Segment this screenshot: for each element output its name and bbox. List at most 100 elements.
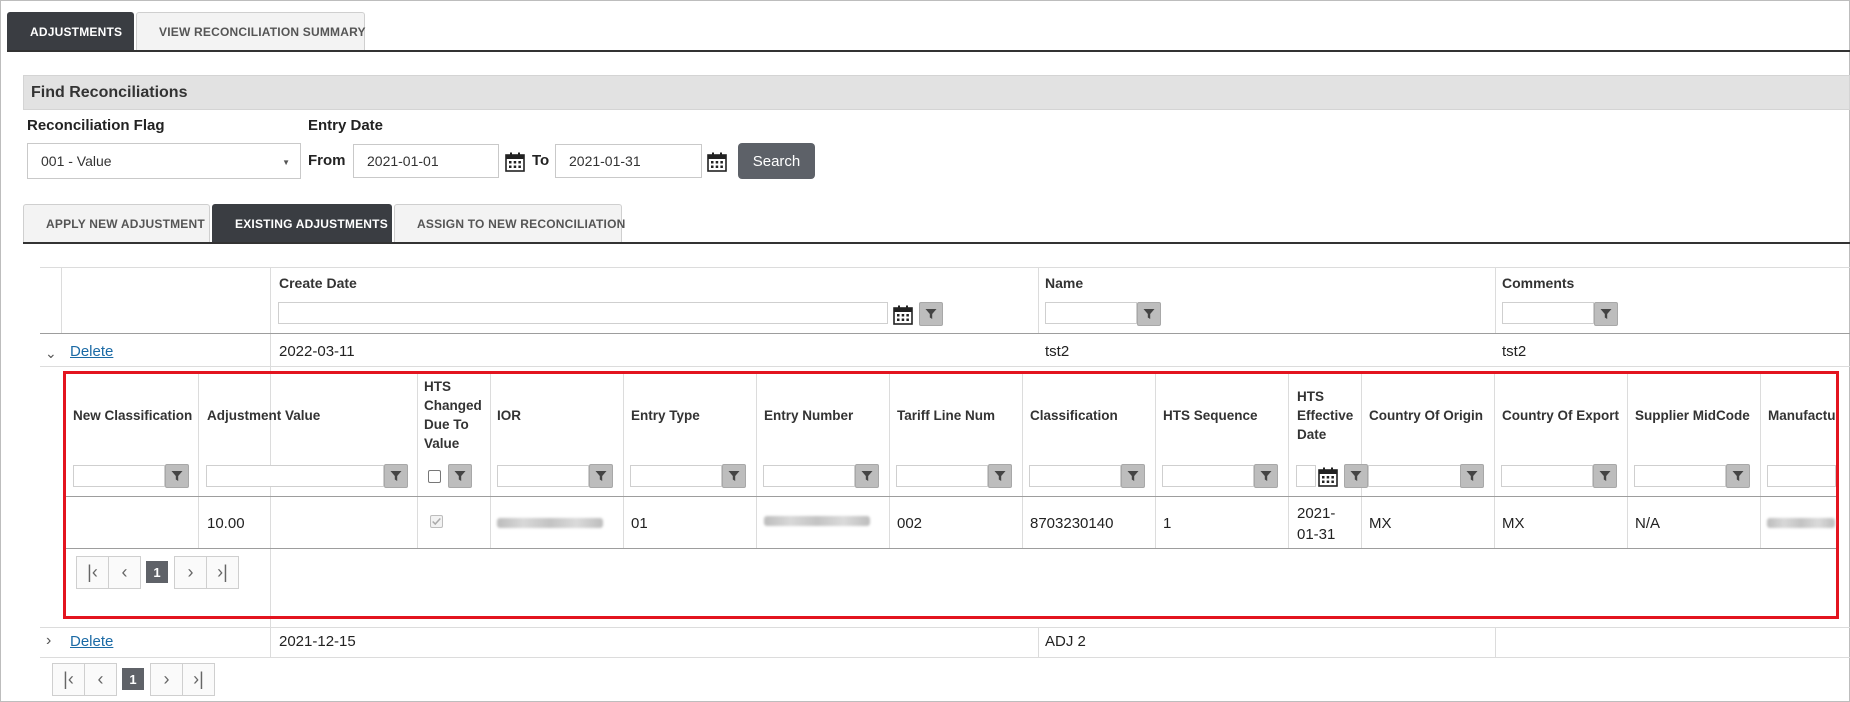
delete-link-text[interactable]: Delete (70, 633, 113, 650)
header-country-of-export[interactable]: Country Of Export (1502, 406, 1619, 425)
tariff-line-num-cell: 002 (897, 515, 923, 532)
next-page-icon[interactable]: › (150, 663, 183, 696)
detail-col-divider (1760, 374, 1761, 548)
name-filter-input[interactable] (1045, 302, 1137, 324)
first-page-icon[interactable]: |‹ (76, 556, 109, 589)
last-page-icon[interactable]: ›| (182, 663, 215, 696)
from-date-input[interactable]: 2021-01-01 (353, 144, 499, 178)
entry-number-filter[interactable] (763, 465, 855, 487)
delete-link[interactable]: Delete (70, 343, 113, 360)
header-adjustment-value[interactable]: Adjustment Value (207, 406, 320, 425)
hts-changed-checkbox (430, 515, 443, 528)
tab-assign-to-new-reconciliation[interactable]: ASSIGN TO NEW RECONCILIATION (394, 204, 625, 243)
manufacturer-filter[interactable] (1767, 465, 1836, 487)
page-number[interactable]: 1 (122, 668, 144, 690)
filter-icon[interactable] (1344, 464, 1368, 488)
filter-icon[interactable] (384, 464, 408, 488)
calendar-icon[interactable] (893, 305, 913, 325)
supplier-midcode-filter[interactable] (1634, 465, 1726, 487)
filter-icon[interactable] (988, 464, 1012, 488)
subtab-underline (23, 242, 1850, 244)
reconciliation-flag-select[interactable]: 001 - Value ▼ (27, 143, 301, 179)
country-of-export-cell: MX (1502, 515, 1525, 532)
header-name[interactable]: Name (1045, 275, 1083, 291)
header-classification[interactable]: Classification (1030, 406, 1118, 425)
create-date-filter-input[interactable] (278, 302, 888, 324)
detail-col-divider (1022, 374, 1023, 548)
header-supplier-midcode[interactable]: Supplier MidCode (1635, 406, 1750, 425)
chevron-right-icon[interactable]: › (46, 632, 51, 650)
filter-icon[interactable] (1121, 464, 1145, 488)
detail-col-divider (1361, 374, 1362, 548)
adjustment-value-cell: 10.00 (207, 515, 245, 532)
prev-page-icon[interactable]: ‹ (108, 556, 141, 589)
hts-sequence-filter[interactable] (1162, 465, 1254, 487)
row-border (40, 366, 1850, 367)
detail-col-divider (756, 374, 757, 548)
name-cell: ADJ 2 (1045, 633, 1086, 650)
grid-col-divider (1495, 267, 1496, 333)
detail-pager: |‹ ‹ 1 › ›| (76, 556, 239, 589)
country-of-export-filter[interactable] (1501, 465, 1593, 487)
header-tariff-line-num[interactable]: Tariff Line Num (897, 406, 995, 425)
filter-icon[interactable] (1726, 464, 1750, 488)
search-button[interactable]: Search (738, 143, 815, 179)
page-number[interactable]: 1 (146, 561, 168, 583)
first-page-icon[interactable]: |‹ (52, 663, 85, 696)
entry-type-filter[interactable] (630, 465, 722, 487)
top-tabs: ADJUSTMENTS VIEW RECONCILIATION SUMMARY (7, 12, 367, 50)
to-date-input[interactable]: 2021-01-31 (555, 144, 702, 178)
adjustment-value-filter[interactable] (206, 465, 384, 487)
tab-apply-new-adjustment[interactable]: APPLY NEW ADJUSTMENT (23, 204, 210, 243)
filter-icon[interactable] (1593, 464, 1617, 488)
filter-icon[interactable] (855, 464, 879, 488)
header-comments[interactable]: Comments (1502, 275, 1574, 291)
find-panel-header: Find Reconciliations (23, 75, 1850, 110)
chevron-down-icon[interactable]: ⌄ (45, 345, 57, 362)
new-classification-filter[interactable] (73, 465, 165, 487)
tab-adjustments[interactable]: ADJUSTMENTS (7, 12, 134, 50)
filter-icon[interactable] (589, 464, 613, 488)
grid-header-border (40, 333, 1850, 334)
next-page-icon[interactable]: › (174, 556, 207, 589)
delete-link[interactable]: Delete (70, 633, 113, 650)
hts-changed-filter-checkbox[interactable] (428, 470, 441, 483)
filter-icon[interactable] (448, 464, 472, 488)
header-country-of-origin[interactable]: Country Of Origin (1369, 406, 1483, 425)
filter-icon[interactable] (1137, 302, 1161, 326)
filter-icon[interactable] (1594, 302, 1618, 326)
comments-filter-input[interactable] (1502, 302, 1594, 324)
calendar-icon[interactable] (505, 152, 525, 172)
header-ior[interactable]: IOR (497, 406, 521, 425)
header-entry-type[interactable]: Entry Type (631, 406, 700, 425)
tab-existing-adjustments[interactable]: EXISTING ADJUSTMENTS (212, 204, 392, 243)
prev-page-icon[interactable]: ‹ (84, 663, 117, 696)
classification-filter[interactable] (1029, 465, 1121, 487)
header-manufacturer[interactable]: Manufactu (1768, 406, 1836, 425)
header-hts-sequence[interactable]: HTS Sequence (1163, 406, 1258, 425)
ior-filter[interactable] (497, 465, 589, 487)
reconciliation-flag-value: 001 - Value (41, 153, 112, 169)
supplier-midcode-cell: N/A (1635, 515, 1661, 532)
header-create-date[interactable]: Create Date (279, 275, 357, 291)
classification-cell: 8703230140 (1030, 515, 1114, 532)
header-entry-number[interactable]: Entry Number (764, 406, 853, 425)
comments-cell: tst2 (1502, 343, 1527, 360)
country-of-origin-filter[interactable] (1368, 465, 1470, 487)
header-hts-changed[interactable]: HTS Changed Due To Value (424, 377, 488, 453)
filter-icon[interactable] (165, 464, 189, 488)
header-new-classification[interactable]: New Classification (73, 406, 195, 425)
row-border (40, 627, 1850, 628)
header-hts-effective-date[interactable]: HTS Effective Date (1297, 387, 1359, 444)
tariff-line-num-filter[interactable] (896, 465, 988, 487)
detail-col-divider (198, 374, 199, 548)
filter-icon[interactable] (919, 302, 943, 326)
hts-effective-date-filter[interactable] (1296, 465, 1316, 487)
calendar-icon[interactable] (1318, 467, 1338, 487)
tab-view-reconciliation-summary[interactable]: VIEW RECONCILIATION SUMMARY (136, 12, 366, 50)
filter-icon[interactable] (1254, 464, 1278, 488)
filter-icon[interactable] (1460, 464, 1484, 488)
calendar-icon[interactable] (707, 152, 727, 172)
filter-icon[interactable] (722, 464, 746, 488)
last-page-icon[interactable]: ›| (206, 556, 239, 589)
